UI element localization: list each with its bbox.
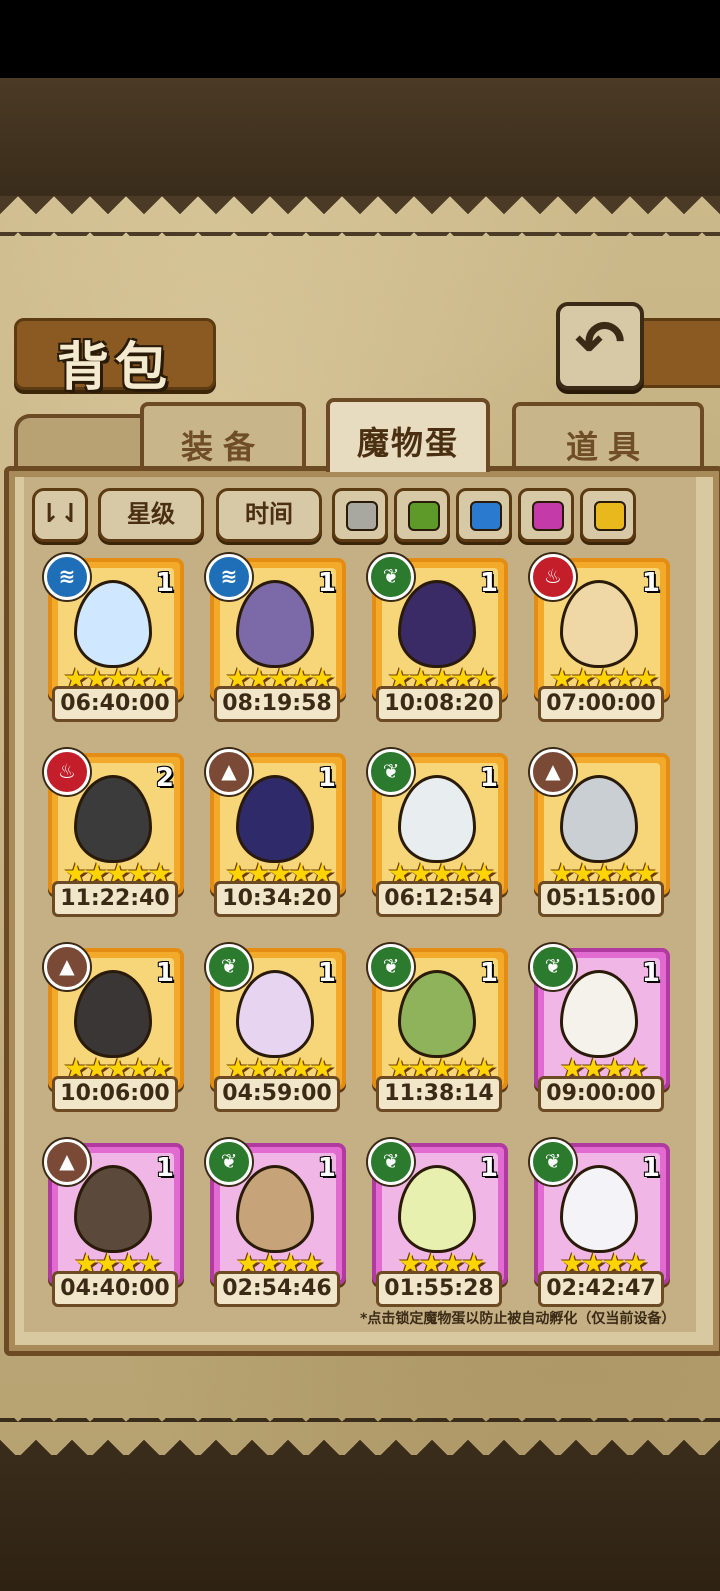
sort-toggle-icon: ⇂⇃ xyxy=(38,499,82,529)
tab-label: 道具 xyxy=(565,428,650,466)
leaf-element-icon: ❦ xyxy=(368,749,414,795)
egg-count: 2 xyxy=(155,763,174,793)
status-bar xyxy=(0,0,720,78)
hatch-timer: 06:40:00 xyxy=(52,686,178,722)
egg-card[interactable]: ❦ 1 ★★★★ xyxy=(206,1139,346,1285)
hatch-timer: 11:38:14 xyxy=(376,1076,502,1112)
egg-card[interactable]: ≋ 1 ★★★★★ xyxy=(206,554,346,700)
back-arrow-icon: ↶ xyxy=(574,308,626,378)
hatch-timer: 10:34:20 xyxy=(214,881,340,917)
hatch-timer: 04:40:00 xyxy=(52,1271,178,1307)
egg-card[interactable]: ▲ 1 ★★★★★ xyxy=(206,749,346,895)
egg-count: 1 xyxy=(479,568,498,598)
egg-count: 1 xyxy=(479,958,498,988)
back-rail xyxy=(636,318,720,388)
hatch-timer: 08:19:58 xyxy=(214,686,340,722)
egg-card[interactable]: ❦ 1 ★★★★★ xyxy=(368,554,508,700)
egg-card[interactable]: ♨ 2 ★★★★★ xyxy=(44,749,184,895)
egg-count: 1 xyxy=(641,1153,660,1183)
egg-card[interactable]: ▲ ★★★★★ xyxy=(530,749,670,895)
leaf-element-icon: ❦ xyxy=(530,944,576,990)
egg-card[interactable]: ❦ 1 ★★★★ xyxy=(530,1139,670,1285)
hatch-timer: 10:06:00 xyxy=(52,1076,178,1112)
fire-element-icon: ♨ xyxy=(44,749,90,795)
hatch-timer: 02:42:47 xyxy=(538,1271,664,1307)
egg-count: 1 xyxy=(317,568,336,598)
hatch-timer: 04:59:00 xyxy=(214,1076,340,1112)
hatch-timer: 06:12:54 xyxy=(376,881,502,917)
color-swatch xyxy=(346,501,378,531)
egg-card[interactable]: ❦ 1 ★★★★ xyxy=(530,944,670,1090)
hatch-timer: 09:00:00 xyxy=(538,1076,664,1112)
egg-count: 1 xyxy=(641,958,660,988)
torn-edge-top xyxy=(0,196,720,236)
egg-card[interactable]: ❦ 1 ★★★★★ xyxy=(368,749,508,895)
color-filter-green[interactable] xyxy=(394,488,450,542)
hatch-timer: 11:22:40 xyxy=(52,881,178,917)
tab-label: 装备 xyxy=(180,428,265,466)
color-filter-gray[interactable] xyxy=(332,488,388,542)
back-button[interactable]: ↶ xyxy=(556,302,644,390)
color-filter-gold[interactable] xyxy=(580,488,636,542)
egg-card[interactable]: ≋ 1 ★★★★★ xyxy=(44,554,184,700)
color-swatch xyxy=(532,501,564,531)
hatch-timer: 07:00:00 xyxy=(538,686,664,722)
title-plate: 背包 xyxy=(14,318,216,398)
tab-label: 魔物蛋 xyxy=(356,424,459,462)
lock-hint-note: *点击锁定魔物蛋以防止被自动孵化（仅当前设备） xyxy=(360,1311,676,1327)
hatch-timer: 01:55:28 xyxy=(376,1271,502,1307)
earth-element-icon: ▲ xyxy=(44,944,90,990)
fire-element-icon: ♨ xyxy=(530,554,576,600)
leaf-element-icon: ❦ xyxy=(368,554,414,600)
egg-card[interactable]: ❦ 1 ★★★★★ xyxy=(368,944,508,1090)
egg-card[interactable]: ♨ 1 ★★★★★ xyxy=(530,554,670,700)
leaf-element-icon: ❦ xyxy=(530,1139,576,1185)
leaf-element-icon: ❦ xyxy=(206,944,252,990)
egg-card[interactable]: ❦ 1 ★★★★ xyxy=(368,1139,508,1285)
earth-element-icon: ▲ xyxy=(206,749,252,795)
color-swatch xyxy=(594,501,626,531)
leaf-element-icon: ❦ xyxy=(368,944,414,990)
color-swatch xyxy=(470,501,502,531)
egg-count: 1 xyxy=(641,568,660,598)
hatch-timer: 05:15:00 xyxy=(538,881,664,917)
egg-card[interactable]: ❦ 1 ★★★★★ xyxy=(206,944,346,1090)
earth-element-icon: ▲ xyxy=(44,1139,90,1185)
torn-edge-bottom xyxy=(0,1418,720,1458)
sort-by-star-button[interactable]: 星级 xyxy=(98,488,204,542)
color-filter-purple[interactable] xyxy=(518,488,574,542)
tab-monster-eggs[interactable]: 魔物蛋 xyxy=(326,398,490,472)
hatch-timer: 10:08:20 xyxy=(376,686,502,722)
earth-element-icon: ▲ xyxy=(530,749,576,795)
hatch-timer: 02:54:46 xyxy=(214,1271,340,1307)
leaf-element-icon: ❦ xyxy=(206,1139,252,1185)
egg-count: 1 xyxy=(155,1153,174,1183)
sort-by-time-button[interactable]: 时间 xyxy=(216,488,322,542)
egg-count: 1 xyxy=(317,958,336,988)
water-element-icon: ≋ xyxy=(206,554,252,600)
tab-equipment[interactable]: 装备 xyxy=(140,402,306,476)
page-title: 背包 xyxy=(56,338,173,398)
egg-count: 1 xyxy=(479,1153,498,1183)
egg-card[interactable]: ▲ 1 ★★★★ xyxy=(44,1139,184,1285)
egg-count: 1 xyxy=(155,568,174,598)
water-element-icon: ≋ xyxy=(44,554,90,600)
egg-count: 1 xyxy=(317,763,336,793)
map-background-bottom xyxy=(0,1455,720,1591)
egg-count: 1 xyxy=(317,1153,336,1183)
sort-toggle-button[interactable]: ⇂⇃ xyxy=(32,488,88,542)
egg-count: 1 xyxy=(155,958,174,988)
color-filter-blue[interactable] xyxy=(456,488,512,542)
tab-items[interactable]: 道具 xyxy=(512,402,704,476)
egg-count: 1 xyxy=(479,763,498,793)
map-background-top xyxy=(0,78,720,196)
leaf-element-icon: ❦ xyxy=(368,1139,414,1185)
egg-card[interactable]: ▲ 1 ★★★★★ xyxy=(44,944,184,1090)
color-swatch xyxy=(408,501,440,531)
